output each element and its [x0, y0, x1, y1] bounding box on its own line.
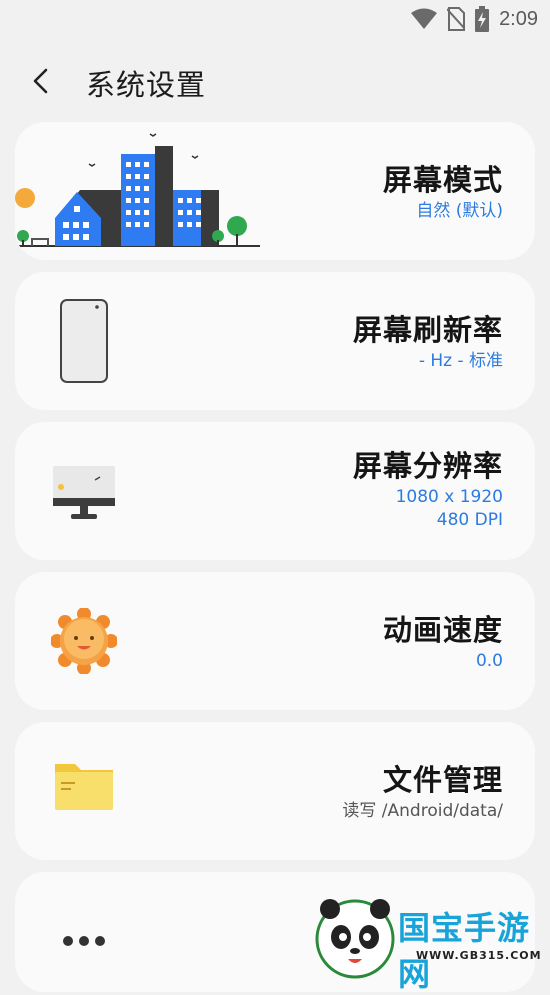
card-title: 屏幕刷新率 — [352, 313, 503, 347]
status-icons: 2:09 — [411, 6, 538, 32]
card-title: 屏幕分辨率 — [352, 449, 503, 483]
watermark-url: WWW.GB315.COM — [416, 949, 542, 962]
card-subtitle: 1080 x 1920 — [395, 487, 503, 507]
screen-mode-card[interactable]: 屏幕模式 自然 (默认) — [15, 122, 535, 260]
page-title: 系统设置 — [86, 68, 207, 102]
back-button[interactable] — [26, 64, 60, 98]
phone-icon — [60, 299, 108, 383]
no-sim-icon — [447, 7, 466, 31]
animation-speed-text: 动画速度 0.0 — [383, 610, 503, 673]
card-subtitle: 0.0 — [475, 651, 503, 671]
card-subtitle: - Hz - 标准 — [418, 351, 503, 371]
resolution-text: 屏幕分辨率 1080 x 1920 480 DPI — [353, 446, 503, 532]
file-management-text: 文件管理 读写 /Android/data/ — [342, 760, 503, 823]
city-illustration-icon — [15, 133, 260, 247]
card-subtitle: 读写 /Android/data/ — [342, 801, 503, 821]
refresh-rate-text: 屏幕刷新率 - Hz - 标准 — [353, 310, 503, 373]
card-title: 屏幕模式 — [382, 163, 503, 197]
file-management-card[interactable]: 文件管理 读写 /Android/data/ — [15, 722, 535, 860]
screen-mode-text: 屏幕模式 自然 (默认) — [383, 160, 503, 223]
animation-speed-card[interactable]: 动画速度 0.0 — [15, 572, 535, 710]
resolution-card[interactable]: 屏幕分辨率 1080 x 1920 480 DPI — [15, 422, 535, 560]
card-title: 文件管理 — [382, 763, 503, 797]
back-arrow-icon — [33, 68, 48, 94]
panda-logo-icon — [315, 899, 395, 979]
refresh-rate-card[interactable]: 屏幕刷新率 - Hz - 标准 — [15, 272, 535, 410]
status-bar: 2:09 — [0, 0, 550, 40]
sun-face-icon — [51, 608, 117, 674]
folder-icon — [55, 764, 113, 810]
card-title: 动画速度 — [382, 613, 503, 647]
monitor-icon — [53, 466, 115, 519]
battery-charging-icon — [475, 6, 490, 32]
status-time: 2:09 — [499, 7, 538, 30]
watermark: 国宝手游网 WWW.GB315.COM — [310, 893, 550, 993]
card-subtitle-2: 480 DPI — [436, 510, 503, 530]
wifi-icon — [411, 8, 438, 29]
card-subtitle: 自然 (默认) — [416, 201, 503, 221]
header: 系统设置 — [0, 56, 550, 106]
more-dots-icon[interactable] — [61, 934, 107, 948]
